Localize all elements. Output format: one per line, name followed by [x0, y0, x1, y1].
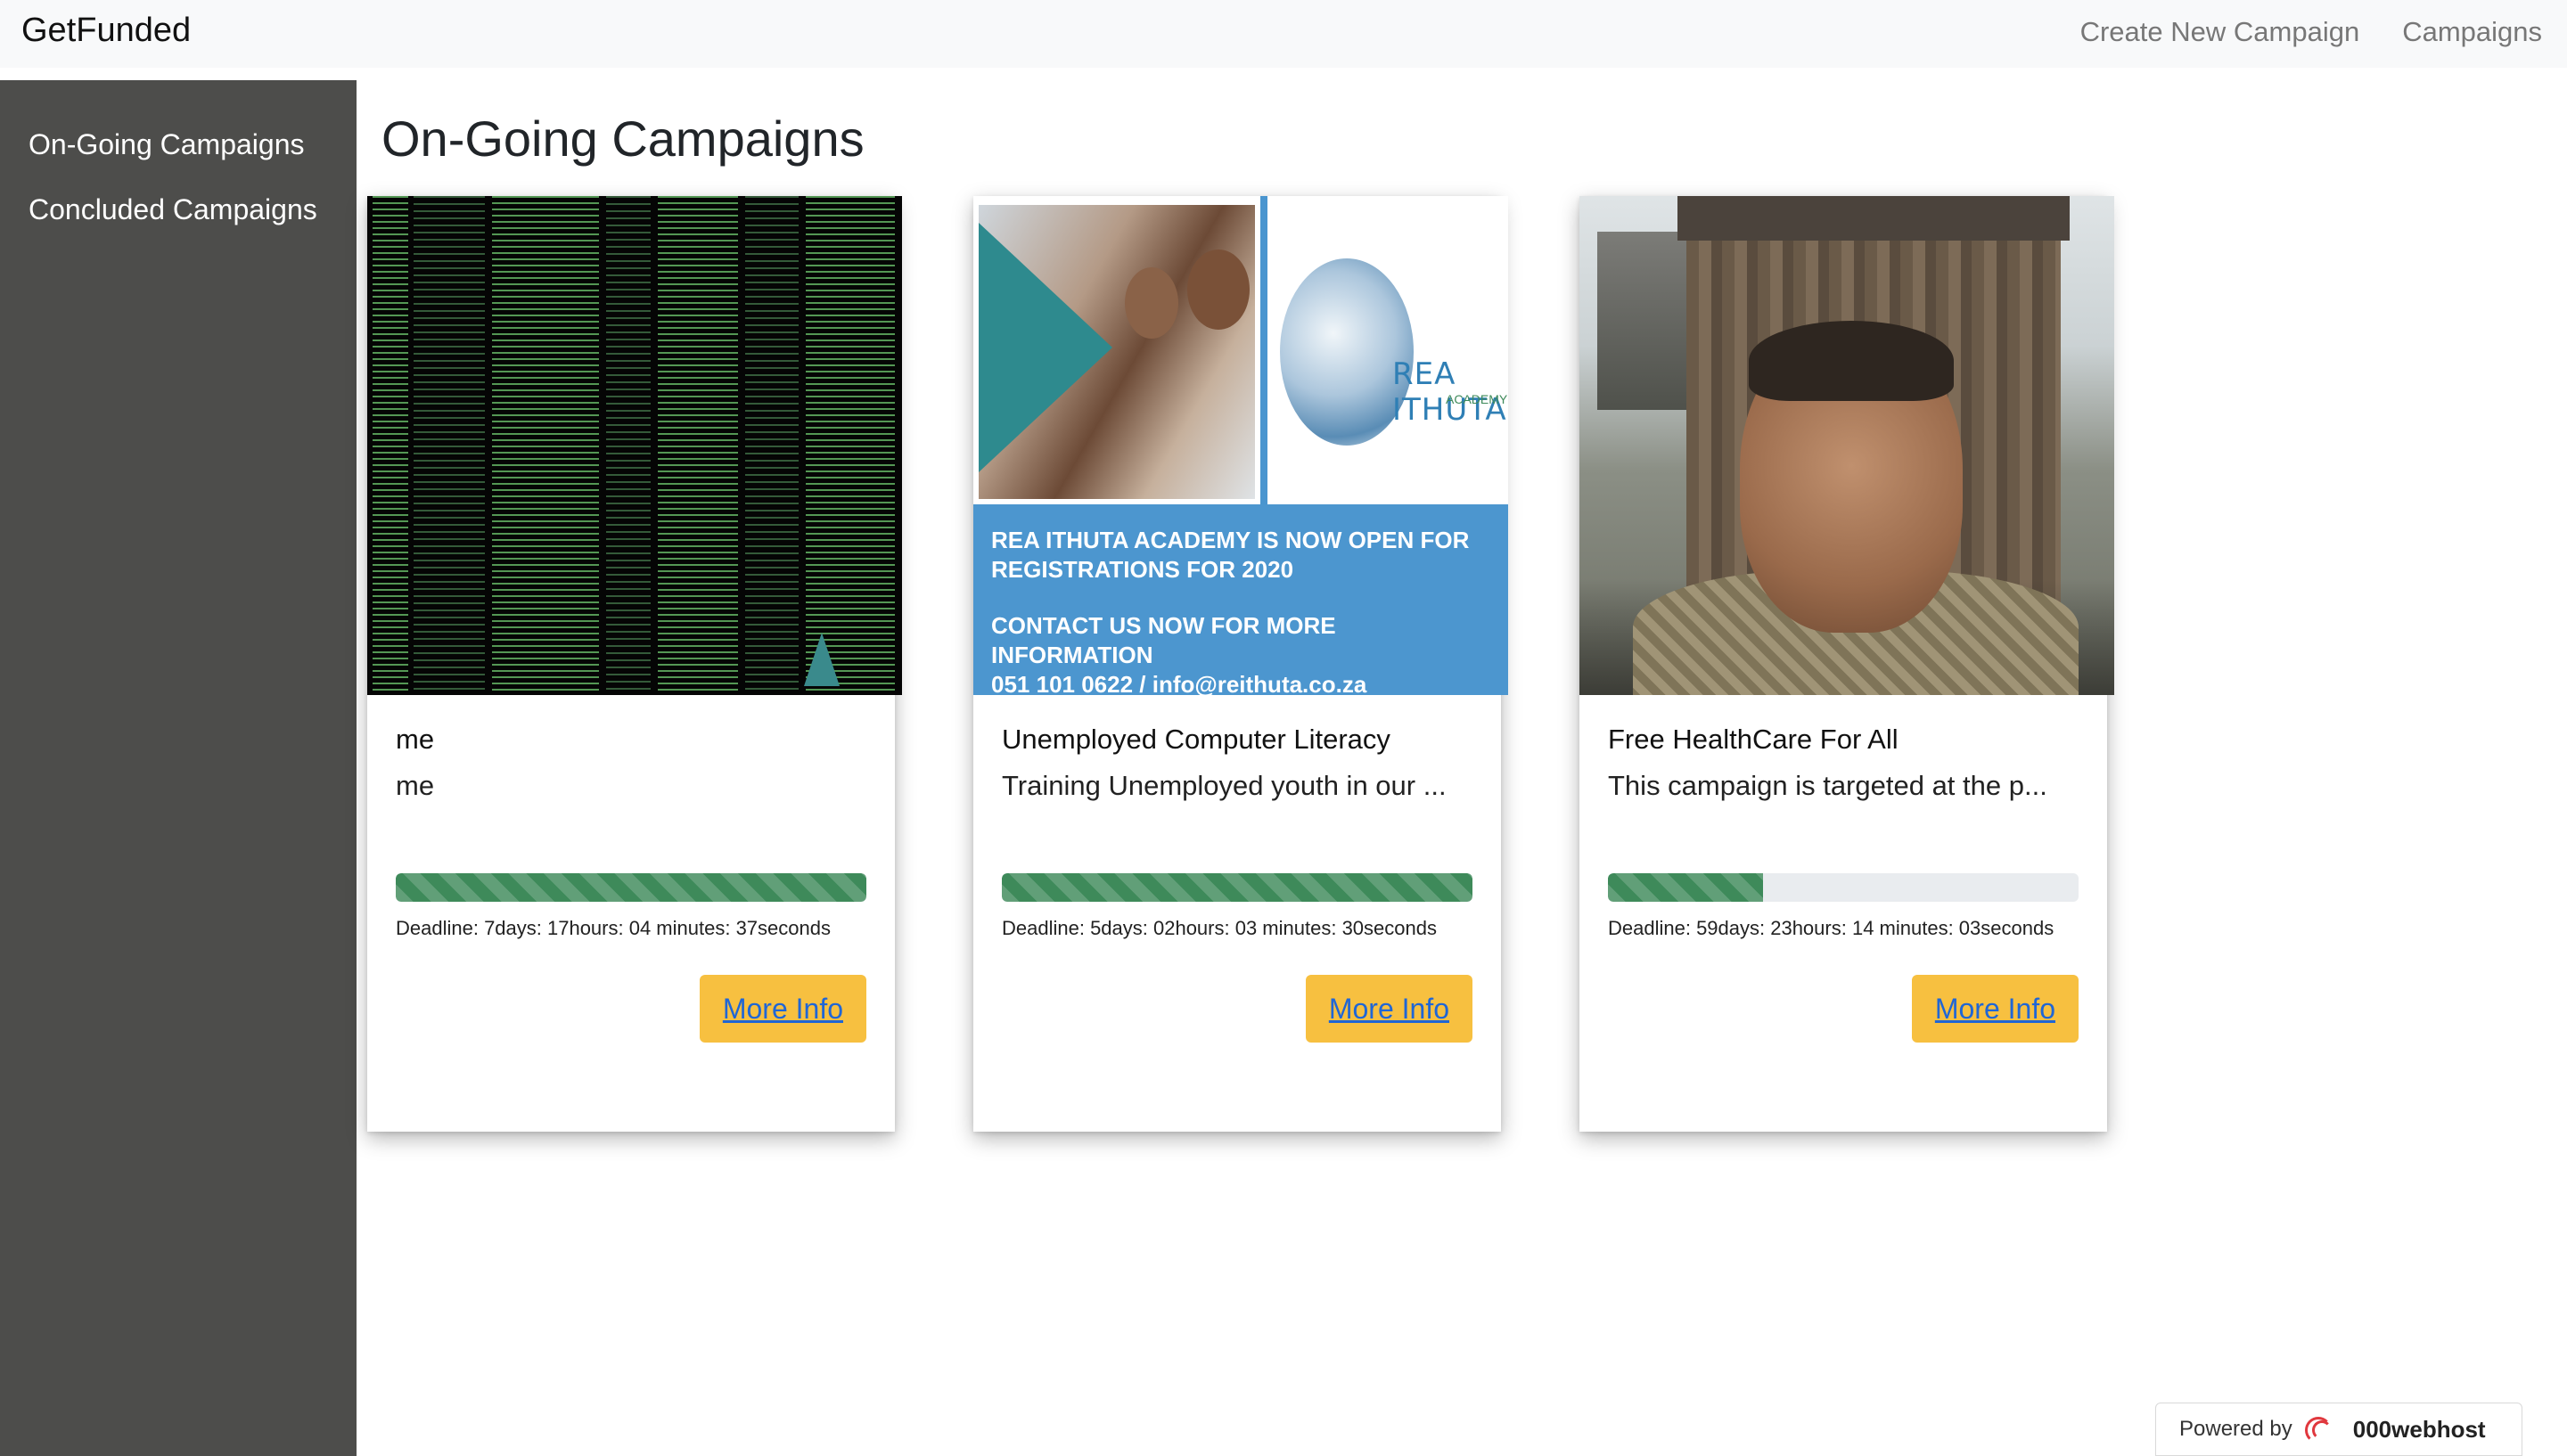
campaign-deadline: Deadline: 7days: 17hours: 04 minutes: 37… — [396, 917, 831, 939]
top-navbar: GetFunded Create New Campaign Campaigns — [0, 0, 2567, 68]
campaign-progress-bar — [1002, 873, 1472, 902]
nav-campaigns[interactable]: Campaigns — [2402, 12, 2542, 52]
rea-flyer-banner: REA ITHUTA ACADEMY IS NOW OPEN FOR REGIS… — [973, 504, 1508, 695]
flyer-line: REA ITHUTA ACADEMY IS NOW OPEN FOR — [991, 527, 1470, 553]
more-info-button[interactable]: More Info — [1911, 975, 2079, 1043]
flyer-line: 051 101 0622 / info@reithuta.co.za — [991, 671, 1367, 695]
campaign-card: Free HealthCare For All This campaign is… — [1579, 196, 2114, 1132]
campaign-description: Training Unemployed youth in our ... — [1002, 770, 1447, 801]
flyer-line: CONTACT US NOW FOR MORE INFORMATION — [991, 612, 1336, 668]
progress-fill — [396, 873, 866, 902]
campaign-image-terminal-code — [367, 196, 902, 695]
badge-prefix: Powered by — [2179, 1417, 2292, 1441]
more-info-button[interactable]: More Info — [699, 975, 866, 1043]
campaign-title: Unemployed Computer Literacy — [1002, 724, 1390, 755]
navbar-links: Create New Campaign Campaigns — [2080, 12, 2542, 52]
campaign-progress-bar — [396, 873, 866, 902]
campaign-image-man-shack-photo — [1579, 196, 2114, 695]
sidebar-item-concluded-campaigns[interactable]: Concluded Campaigns — [0, 192, 357, 227]
nav-create-campaign[interactable]: Create New Campaign — [2080, 12, 2360, 52]
campaign-deadline: Deadline: 5days: 02hours: 03 minutes: 30… — [1002, 917, 1437, 939]
campaign-card: REA ITHUTA ACADEMY REA ITHUTA ACADEMY IS… — [973, 196, 1508, 1132]
campaign-description: me — [396, 770, 435, 801]
campaign-title: Free HealthCare For All — [1608, 724, 1899, 755]
campaign-card: me me Deadline: 7days: 17hours: 04 minut… — [367, 196, 902, 1132]
campaign-description: This campaign is targeted at the p... — [1608, 770, 2047, 801]
progress-fill — [1002, 873, 1472, 902]
brand-link[interactable]: GetFunded — [21, 11, 191, 50]
webhost-logo-icon — [2304, 1415, 2341, 1444]
rea-logo-subtext: ACADEMY — [1446, 392, 1508, 406]
campaign-title: me — [396, 724, 435, 755]
powered-by-badge[interactable]: Powered by 000webhost — [2155, 1403, 2522, 1456]
campaign-image-rea-ithuta-flyer: REA ITHUTA ACADEMY REA ITHUTA ACADEMY IS… — [973, 196, 1508, 695]
badge-name: 000webhost — [2352, 1415, 2486, 1443]
flyer-line: REGISTRATIONS FOR 2020 — [991, 556, 1294, 583]
page-title: On-Going Campaigns — [381, 110, 865, 167]
sidebar-item-ongoing-campaigns[interactable]: On-Going Campaigns — [0, 127, 357, 162]
campaign-progress-bar — [1608, 873, 2079, 902]
sidebar: On-Going Campaigns Concluded Campaigns — [0, 80, 357, 1456]
more-info-button[interactable]: More Info — [1305, 975, 1472, 1043]
progress-fill — [1608, 873, 1764, 902]
campaign-deadline: Deadline: 59days: 23hours: 14 minutes: 0… — [1608, 917, 2054, 939]
